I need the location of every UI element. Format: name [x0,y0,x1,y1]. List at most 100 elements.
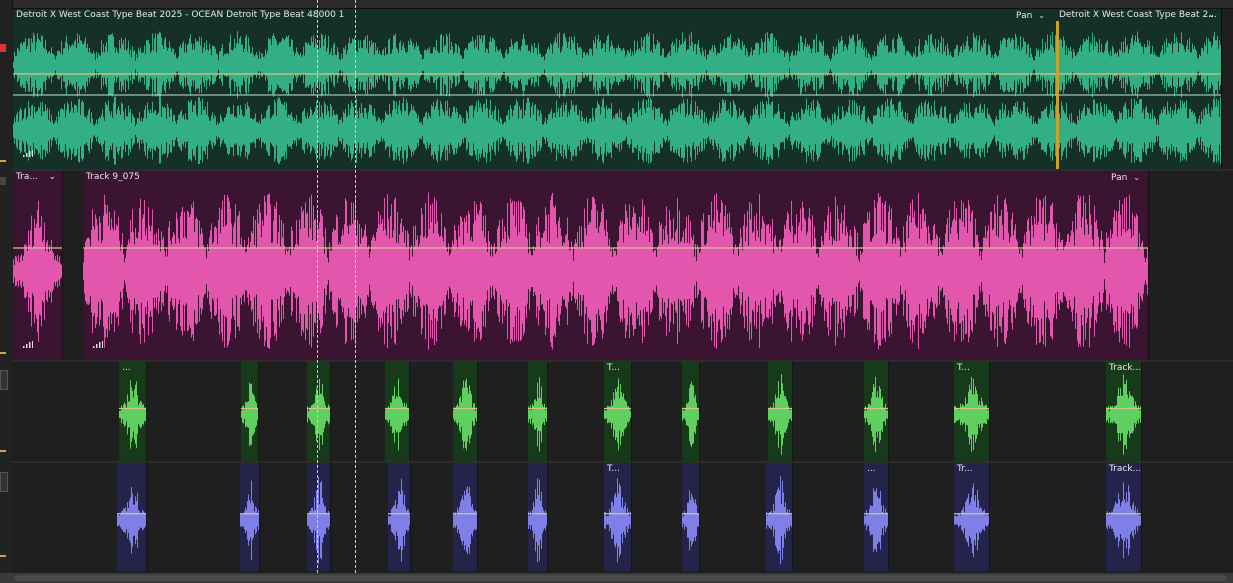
track2-level-floor [0,352,6,354]
waveform-channel [453,486,477,555]
waveform [954,376,989,452]
waveform [1106,374,1141,455]
track3-clip-8[interactable] [682,362,700,461]
track4-clip-12[interactable]: Track... [1106,463,1142,571]
chevron-down-icon[interactable]: ⌄ [48,172,56,183]
track3-clip-4[interactable] [385,362,410,461]
track3-clip-7[interactable]: T... [604,362,632,461]
playhead-marker[interactable] [317,0,318,573]
pan-dropdown[interactable]: Pan ⌄ [1111,172,1140,184]
waveform-channel [307,476,330,564]
waveform [528,478,547,563]
chevron-down-icon: ⌄ [1133,173,1140,182]
waveform [864,488,888,553]
waveform-channel [604,478,631,563]
waveform [13,200,62,342]
clip-title: Detroit X West Coast Type Beat 2... [1059,10,1217,20]
waveform-channel [240,480,259,560]
level-meter-icon [23,142,33,161]
track3-level-marker [0,370,8,390]
track3-clip-5[interactable] [453,362,478,461]
waveform [385,378,409,451]
waveform [682,490,699,551]
track4-clip-9[interactable] [766,463,793,571]
track4-clip-11[interactable]: Tr... [954,463,990,571]
waveform-channel [1106,374,1141,455]
waveform [307,378,330,451]
level-meter-icon [23,333,33,352]
waveform [119,380,146,449]
waveform-channel [682,381,699,448]
waveform [954,483,989,557]
horizontal-scrollbar[interactable] [0,573,1233,583]
waveform [117,487,146,554]
track4-clip-4[interactable] [388,463,411,571]
track3-clip-12[interactable]: Track... [1106,362,1142,461]
waveform [768,374,792,455]
waveform-channel [528,377,547,452]
waveform [453,486,477,555]
track4-level-floor [0,555,6,557]
track4-clip-7[interactable]: T... [604,463,632,571]
waveform-channel [83,192,1148,350]
pan-dropdown-label: Pan [1016,11,1033,21]
clip-boundary-marker[interactable] [1056,21,1059,169]
track3-clip-1[interactable]: ... [119,362,147,461]
timeline[interactable]: Detroit X West Coast Type Beat 2025 - OC… [0,0,1233,583]
track4-clip-8[interactable] [682,463,700,571]
track1-level-floor [0,160,6,162]
waveform [13,31,1221,165]
track2-clip-2[interactable]: Track 9_075 Pan ⌄ [83,171,1149,360]
track1-clip-2[interactable]: Detroit X West Coast Type Beat 2... ⌄ [1056,9,1222,169]
waveform-channel [1106,482,1141,559]
waveform [83,192,1148,350]
waveform [604,478,631,563]
waveform [307,476,330,564]
track4-clip-6[interactable] [528,463,548,571]
track3-level-floor [0,450,6,452]
waveform [240,480,259,560]
chevron-down-icon[interactable]: ⌄ [1207,10,1215,21]
waveform-channel [766,476,792,565]
pan-dropdown[interactable]: Pan ⌄ [1016,10,1045,22]
track4-level-marker [0,472,8,492]
track3-clip-3[interactable] [307,362,331,461]
waveform [1106,482,1141,559]
waveform-channel [119,380,146,449]
waveform [604,378,631,451]
track4-clip-10[interactable]: ... [864,463,889,571]
track4-clip-3[interactable] [307,463,331,571]
track3-clip-2[interactable] [241,362,259,461]
waveform-channel [682,490,699,551]
track4-clip-5[interactable] [453,463,478,571]
waveform [766,476,792,565]
track4-clip-1[interactable] [117,463,147,571]
cursor-marker[interactable] [355,0,356,573]
waveform-channel [13,31,1221,99]
waveform [241,382,258,447]
waveform-channel [604,378,631,451]
waveform-channel [453,378,477,451]
waveform [864,376,888,453]
track1-clip-1[interactable]: Detroit X West Coast Type Beat 2025 - OC… [13,9,1222,169]
track4-clip-2[interactable] [240,463,260,571]
waveform-channel [13,96,1221,165]
waveform-channel [13,200,62,342]
track3-clip-11[interactable]: T... [954,362,990,461]
time-ruler[interactable] [0,0,1233,9]
track3-clip-9[interactable] [768,362,793,461]
waveform-channel [864,488,888,553]
waveform-channel [864,376,888,453]
pan-dropdown-label: Pan [1111,173,1128,183]
waveform [528,377,547,452]
waveform-channel [385,378,409,451]
waveform-channel [768,374,792,455]
waveform-channel [307,378,330,451]
level-meter-icon [93,333,103,352]
track3-clip-10[interactable] [864,362,889,461]
track2-clip-1[interactable]: Tra... ⌄ [13,171,63,360]
scrollbar-thumb[interactable] [14,575,1227,581]
waveform [682,381,699,448]
track3-clip-6[interactable] [528,362,548,461]
waveform-channel [954,483,989,557]
